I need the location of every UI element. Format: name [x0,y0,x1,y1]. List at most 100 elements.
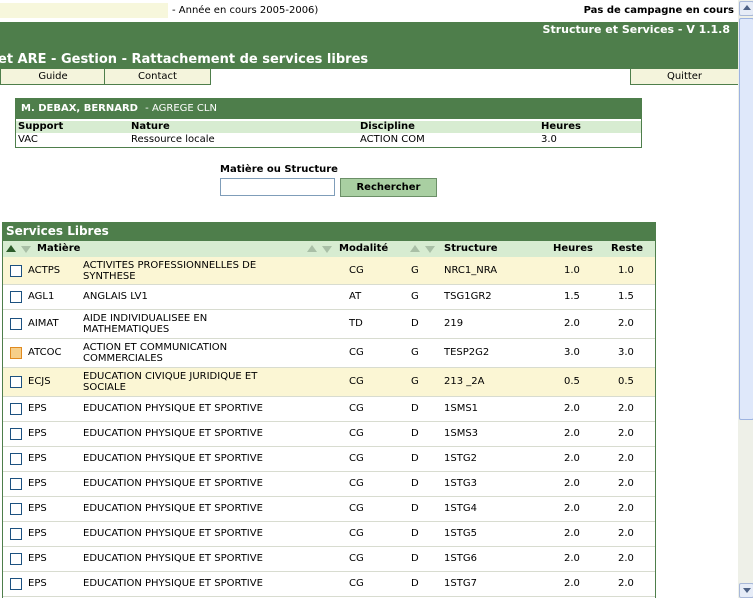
sort-asc-icon[interactable] [307,245,317,252]
support-value: VAC [18,134,38,145]
col-heures[interactable]: Heures [553,243,593,254]
heures-value: 2.0 [564,428,580,439]
subject-code: EPS [28,503,47,514]
reste-value: 2.0 [618,578,634,589]
table-row[interactable]: ECJS EDUCATION CIVIQUE JURIDIQUE ET SOCIA… [3,368,655,397]
group-type: G [411,265,419,276]
row-checkbox[interactable] [10,376,22,388]
modalite-value: CG [349,503,364,514]
table-row[interactable]: EPS EDUCATION PHYSIQUE ET SPORTIVE CG D 1STG… [3,472,655,497]
modalite-value: AT [349,291,362,302]
row-checkbox[interactable] [10,265,22,277]
table-row[interactable]: AIMAT AIDE INDIVIDUALISEE EN MATHEMATIQUE… [3,310,655,339]
structure-value: 1STG6 [444,553,477,564]
row-checkbox[interactable] [10,347,22,359]
group-type: D [411,453,419,464]
subject-code: EPS [28,528,47,539]
contact-button[interactable]: Contact [104,69,211,85]
subject-label: EDUCATION PHYSIQUE ET SPORTIVE [83,478,263,489]
table-row[interactable]: AGL1 ANGLAIS LV1 AT G TSG1GR2 1.5 1.5 [3,285,655,310]
group-type: D [411,553,419,564]
guide-button[interactable]: Guide [0,69,106,85]
table-row[interactable]: EPS EDUCATION PHYSIQUE ET SPORTIVE CG D 1STG… [3,497,655,522]
row-checkbox[interactable] [10,578,22,590]
col-heures: Heures [541,121,581,132]
group-type: G [411,347,419,358]
row-checkbox[interactable] [10,453,22,465]
subject-label: EDUCATION PHYSIQUE ET SPORTIVE [83,528,263,539]
reste-value: 0.5 [618,376,634,387]
subject-label: ACTION ET COMMUNICATION COMMERCIALES [83,342,228,364]
heures-value: 3.0 [541,134,557,145]
subject-label: EDUCATION PHYSIQUE ET SPORTIVE [83,428,263,439]
heures-value: 2.0 [564,503,580,514]
row-checkbox[interactable] [10,318,22,330]
sort-desc-icon[interactable] [21,246,31,253]
col-modalite[interactable]: Modalité [339,243,388,254]
reste-value: 1.0 [618,265,634,276]
subject-label: ACTIVITES PROFESSIONNELLES DE SYNTHESE [83,260,257,282]
table-row[interactable]: ATCOC ACTION ET COMMUNICATION COMMERCIALE… [3,339,655,368]
subject-label: ANGLAIS LV1 [83,291,148,302]
modalite-value: CG [349,553,364,564]
row-checkbox[interactable] [10,428,22,440]
group-type: D [411,318,419,329]
reste-value: 3.0 [618,347,634,358]
table-row[interactable]: EPS EDUCATION PHYSIQUE ET SPORTIVE CG D 1STG… [3,447,655,472]
col-discipline: Discipline [360,121,415,132]
col-structure[interactable]: Structure [444,243,498,254]
subject-label: AIDE INDIVIDUALISEE EN MATHEMATIQUES [83,313,208,335]
sort-desc-icon[interactable] [322,246,332,253]
scroll-up-button[interactable] [739,1,753,16]
table-row[interactable]: EPS EDUCATION PHYSIQUE ET SPORTIVE CG D 1STG… [3,547,655,572]
nature-value: Ressource locale [131,134,215,145]
sort-asc-icon[interactable] [6,245,16,252]
services-table-header: Matière Modalité Structure Heures Reste [3,241,655,257]
scroll-down-button[interactable] [739,583,753,598]
services-title: Services Libres [3,222,655,241]
table-row[interactable]: EPS EDUCATION PHYSIQUE ET SPORTIVE CG D 1SMS… [3,397,655,422]
heures-value: 2.0 [564,403,580,414]
subject-code: EPS [28,578,47,589]
teacher-grade: - AGREGE CLN [145,103,217,114]
modalite-value: CG [349,478,364,489]
sort-desc-icon[interactable] [425,246,435,253]
subject-code: ACTPS [28,265,61,276]
user-info-box [0,3,168,18]
col-reste[interactable]: Reste [611,243,643,254]
table-row[interactable]: EPS EDUCATION PHYSIQUE ET SPORTIVE CG D 1STG… [3,572,655,597]
table-row[interactable]: EPS EDUCATION PHYSIQUE ET SPORTIVE CG D 1STG… [3,522,655,547]
search-button[interactable]: Rechercher [340,178,437,197]
table-row[interactable]: ACTPS ACTIVITES PROFESSIONNELLES DE SYNTH… [3,257,655,285]
subject-code: EPS [28,553,47,564]
services-table: Services Libres Matière Modalité Structu… [2,222,656,598]
row-checkbox[interactable] [10,528,22,540]
scrollbar-thumb[interactable] [739,18,753,420]
row-checkbox[interactable] [10,503,22,515]
col-matiere[interactable]: Matière [37,243,80,254]
subject-label: EDUCATION PHYSIQUE ET SPORTIVE [83,503,263,514]
structure-value: 1STG4 [444,503,477,514]
row-checkbox[interactable] [10,478,22,490]
vertical-scrollbar[interactable] [738,0,753,598]
row-checkbox[interactable] [10,291,22,303]
sort-asc-icon[interactable] [410,245,420,252]
heures-value: 2.0 [564,453,580,464]
group-type: D [411,403,419,414]
heures-value: 1.5 [564,291,580,302]
group-type: D [411,478,419,489]
quit-button[interactable]: Quitter [630,69,739,85]
row-checkbox[interactable] [10,403,22,415]
table-row[interactable]: EPS EDUCATION PHYSIQUE ET SPORTIVE CG D 1SMS… [3,422,655,447]
structure-value: 1STG7 [444,578,477,589]
search-input[interactable] [220,178,335,196]
structure-value: TESP2G2 [444,347,490,358]
structure-value: 1STG5 [444,528,477,539]
group-type: D [411,428,419,439]
subject-code: EPS [28,478,47,489]
school-year: - Année en cours 2005-2006) [172,5,319,16]
subject-label: EDUCATION PHYSIQUE ET SPORTIVE [83,453,263,464]
reste-value: 2.0 [618,503,634,514]
heures-value: 2.0 [564,553,580,564]
row-checkbox[interactable] [10,553,22,565]
